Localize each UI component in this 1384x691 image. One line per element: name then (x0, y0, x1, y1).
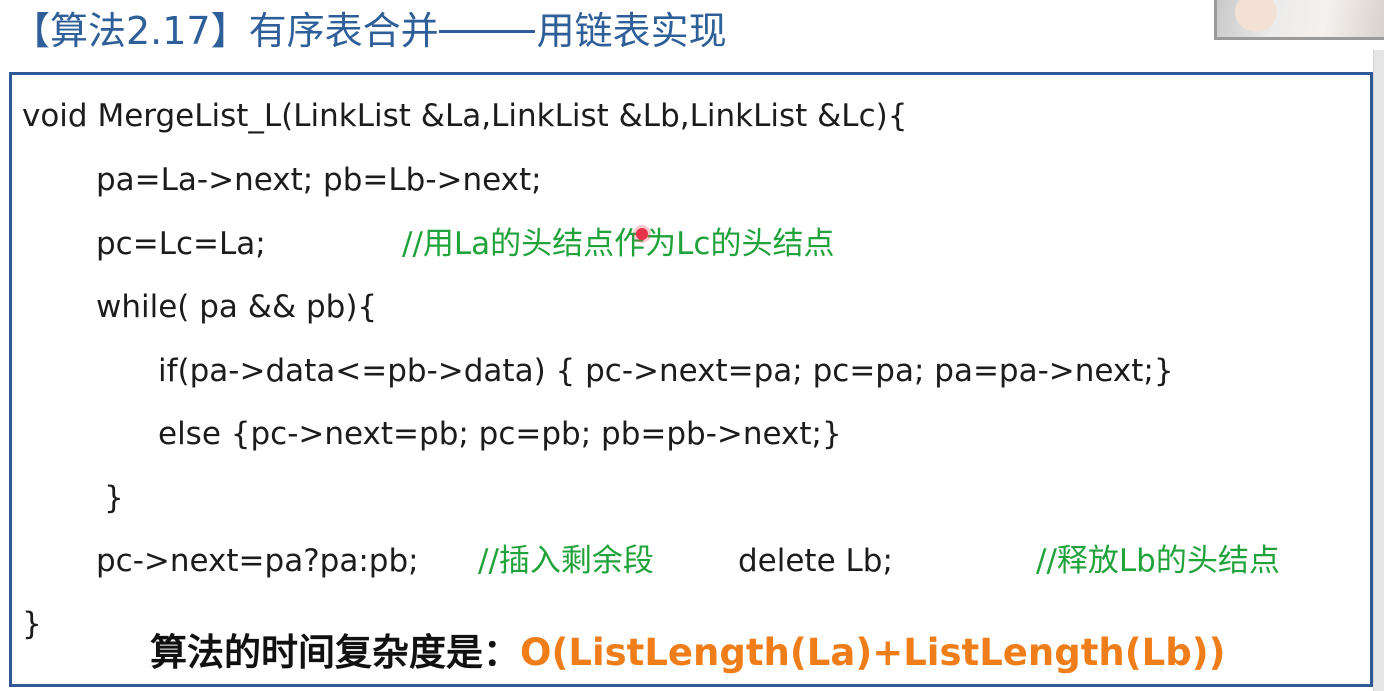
comment-rest: //插入剩余段 (478, 543, 654, 579)
code-line-init: pa=La->next; pb=Lb->next; (96, 162, 542, 198)
title-suffix: 用链表实现 (536, 9, 727, 53)
comment-delete: //释放Lb的头结点 (1036, 543, 1280, 579)
comment-pc: //用La的头结点作为Lc的头结点 (402, 226, 835, 262)
slide: 【算法2.17】有序表合并 用链表实现 void MergeList_L(Link… (0, 0, 1384, 691)
code-line-else: else {pc->next=pb; pc=pb; pb=pb->next;} (158, 416, 842, 452)
code-line-pc: pc=Lc=La; (96, 226, 266, 262)
code-line-while: while( pa && pb){ (96, 289, 378, 325)
code-line-delete: delete Lb; (738, 543, 893, 579)
complexity-label: 算法的时间复杂度是： (150, 631, 520, 674)
complexity-statement: 算法的时间复杂度是：O(ListLength(La)+ListLength(Lb… (150, 628, 1226, 678)
webcam-overlay (1214, 0, 1384, 40)
presenter-face (1235, 0, 1277, 32)
code-line-if: if(pa->data<=pb->data) { pc->next=pa; pc… (158, 353, 1174, 389)
code-line-close-while: } (104, 480, 124, 516)
code-line-rest: pc->next=pa?pa:pb; (96, 543, 419, 579)
title-dash-rule (438, 30, 535, 33)
code-line-close-fn: } (22, 606, 42, 642)
pointer-cursor-icon (636, 228, 648, 240)
title-prefix: 【算法2.17】有序表合并 (12, 9, 439, 53)
vertical-scrollbar[interactable] (1373, 50, 1384, 691)
slide-title: 【算法2.17】有序表合并 用链表实现 (12, 2, 727, 62)
code-signature: void MergeList_L(LinkList &La,LinkList &… (22, 98, 908, 134)
complexity-expression: O(ListLength(La)+ListLength(Lb)) (520, 631, 1226, 674)
